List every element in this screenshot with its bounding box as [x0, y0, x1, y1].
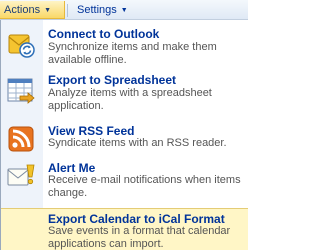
- menu-item-description: Syndicate items with an RSS reader.: [48, 137, 227, 149]
- rss-icon: [6, 124, 36, 154]
- alert-icon: [6, 161, 36, 191]
- toolbar-separator: [67, 4, 68, 17]
- spreadsheet-icon: [6, 76, 36, 106]
- menu-item-description: Analyze items with a spreadsheet applica…: [48, 87, 212, 112]
- menu-item-description: Synchronize items and make them availabl…: [48, 41, 217, 66]
- menu-item-view-rss-feed[interactable]: View RSS Feed Syndicate items with an RS…: [1, 119, 248, 156]
- actions-dropdown-menu: Connect to Outlook Synchronize items and…: [0, 20, 248, 250]
- list-toolbar: Actions ▼ Settings ▼: [0, 0, 248, 20]
- menu-item-export-to-spreadsheet[interactable]: Export to Spreadsheet Analyze items with…: [1, 66, 248, 118]
- menu-item-title: Alert Me: [48, 161, 96, 175]
- settings-label: Settings: [77, 4, 117, 16]
- chevron-down-icon: ▼: [44, 7, 52, 14]
- actions-label: Actions: [4, 4, 41, 16]
- menu-item-title: Export Calendar to iCal Format: [48, 212, 225, 226]
- menu-item-description: Save events in a format that calendar ap…: [48, 225, 231, 250]
- menu-item-description: Receive e-mail notifications when items …: [48, 174, 241, 199]
- menu-item-connect-to-outlook[interactable]: Connect to Outlook Synchronize items and…: [1, 20, 248, 66]
- menu-item-title: Connect to Outlook: [48, 27, 160, 41]
- menu-item-export-calendar-ical[interactable]: Export Calendar to iCal Format Save even…: [1, 208, 248, 250]
- chevron-down-icon: ▼: [120, 7, 128, 14]
- outlook-icon: [6, 29, 36, 59]
- actions-menu-button[interactable]: Actions ▼: [0, 1, 65, 19]
- settings-menu-button[interactable]: Settings ▼: [73, 1, 135, 19]
- menu-item-title: View RSS Feed: [48, 124, 135, 138]
- menu-item-title: Export to Spreadsheet: [48, 73, 177, 87]
- menu-item-alert-me[interactable]: Alert Me Receive e-mail notifications wh…: [1, 156, 248, 206]
